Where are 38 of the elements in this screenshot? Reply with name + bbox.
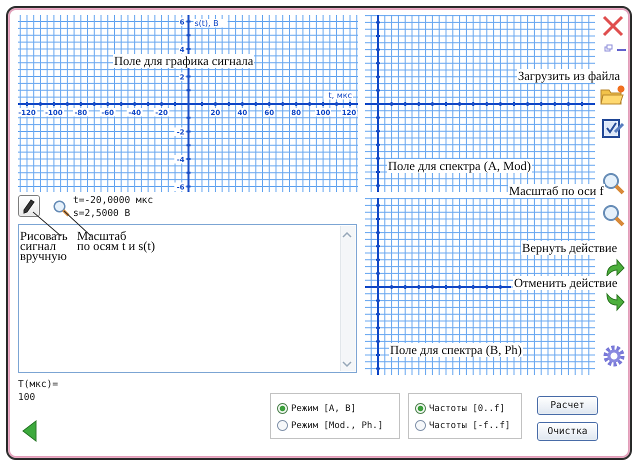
text-area[interactable] [18,224,357,373]
callout-label: Масштаб по осям t и s(t) [77,231,156,251]
annotation-label: Поле для спектра (B, Ph) [389,343,523,357]
radio-button[interactable] [277,403,288,414]
radio-button[interactable] [415,420,426,431]
magnifier-icon[interactable] [52,199,70,217]
radio-label[interactable]: Частоты [-f..f] [429,420,510,430]
edit-icon[interactable] [601,116,625,140]
pencil-icon [22,198,36,214]
readout-text: s=2,5000 В [73,208,130,219]
draw-button[interactable] [18,195,40,217]
radio-label[interactable]: Режим [Mod., Ph.] [291,420,384,430]
magnifier-icon[interactable] [601,171,625,195]
close-icon[interactable] [601,14,625,38]
annotation-label: Поле для спектра (A, Mod) [387,159,532,173]
callout-label: Рисовать сигнал вручную [20,231,68,261]
axis-label: t, мкс [328,91,352,100]
radio-label[interactable]: Частоты [0..f] [429,404,505,414]
annotation-label: Вернуть действие [521,241,618,255]
restore-icon[interactable] [604,44,613,52]
folder-icon[interactable] [599,84,625,106]
annotation-label: Поле для графика сигнала [113,54,254,68]
annotation-label: Масштаб по оси f [508,184,605,198]
action-button[interactable]: Расчет [537,396,598,415]
left-triangle-icon[interactable] [22,420,37,442]
scrollbar[interactable] [340,226,356,371]
gear-icon[interactable] [603,345,625,367]
radio-button[interactable] [277,420,288,431]
annotation-label: Отменить действие [513,276,618,290]
period-value: 100 [18,392,36,403]
readout-text: t=-20,0000 мкс [73,195,154,206]
annotation-label: Загрузить из файла [517,69,622,83]
period-label: T(мкс)= [18,379,58,390]
radio-label[interactable]: Режим [A, B] [291,404,356,414]
magnifier-icon[interactable] [601,203,625,227]
action-button[interactable]: Очистка [537,422,598,441]
radio-button[interactable] [415,403,426,414]
axis-label: s(t), В [194,19,219,28]
